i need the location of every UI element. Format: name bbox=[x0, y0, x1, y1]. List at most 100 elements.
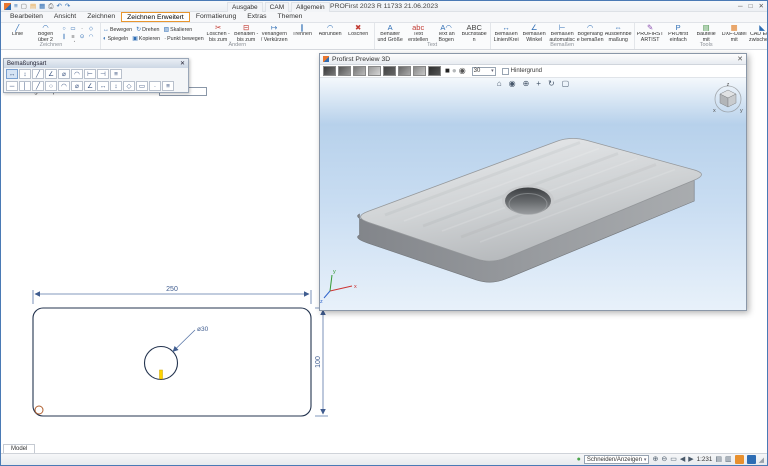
tab-themen[interactable]: Themen bbox=[273, 12, 308, 22]
cad-corner-button[interactable]: ◣CAD Ecke zwischen 2 Konturen bbox=[749, 24, 767, 42]
dim-line-button[interactable]: ─ bbox=[6, 81, 18, 91]
dimension-angle-button[interactable]: ∠Bemaßen Winkel bbox=[521, 24, 548, 42]
text-on-arc-button[interactable]: A◠Text an Bogen bbox=[433, 24, 460, 42]
zoom-icon[interactable]: ⊕ bbox=[523, 79, 530, 88]
zoom-fit-icon[interactable]: ▭ bbox=[670, 455, 677, 465]
material-swatch-2[interactable] bbox=[338, 66, 351, 76]
delete-to-intersection-button[interactable]: ✂Löschen - bis zum Schnittpunkt bbox=[205, 24, 232, 42]
dim-angle-button[interactable]: ∠ bbox=[45, 69, 57, 79]
cam-tool-button[interactable] bbox=[735, 455, 744, 464]
line-button[interactable]: ╱Linie bbox=[4, 24, 31, 38]
concentric-tool[interactable]: ⊙ bbox=[78, 34, 86, 41]
height-dimension-text[interactable]: 100 bbox=[315, 356, 322, 368]
scale-button[interactable]: ▧Skalieren bbox=[164, 26, 193, 33]
dim-diameter-button[interactable]: ⌀ bbox=[58, 69, 70, 79]
dim-circle-button[interactable]: ○ bbox=[45, 81, 57, 91]
rotate-button[interactable]: ↻Drehen bbox=[136, 26, 159, 33]
visibility-icon[interactable]: ◉ bbox=[509, 79, 516, 88]
next-view-icon[interactable]: ▶ bbox=[688, 455, 693, 465]
point-tool[interactable]: · bbox=[78, 26, 86, 33]
tab-zeichnen-erweitert[interactable]: Zeichnen Erweitert bbox=[121, 12, 190, 22]
copy-button[interactable]: ▣Kopieren bbox=[132, 35, 160, 42]
preview-close-icon[interactable]: ✕ bbox=[737, 55, 743, 63]
dim-arc-length-button[interactable]: ◠ bbox=[58, 81, 70, 91]
material-swatch-6[interactable] bbox=[398, 66, 411, 76]
material-swatch-4[interactable] bbox=[368, 66, 381, 76]
delete-button[interactable]: ✖Löschen bbox=[345, 24, 372, 38]
tab-bearbeiten[interactable]: Bearbeiten bbox=[5, 12, 48, 22]
rotate-icon[interactable]: ↻ bbox=[548, 79, 555, 88]
dimension-lines-circles-button[interactable]: ↔Bemaßen Linien/Kreise bbox=[493, 24, 520, 42]
dim-slope-button[interactable]: ◇ bbox=[123, 81, 135, 91]
dim-diameter-2-button[interactable]: ⌀ bbox=[71, 81, 83, 91]
context-tab-allgemein[interactable]: Allgemein bbox=[291, 2, 330, 12]
mirror-button[interactable]: ◐Spiegeln bbox=[103, 36, 128, 42]
text-container-size-button[interactable]: ABehälter und Größe des Textes bbox=[377, 24, 404, 42]
dimension-arc-length-button[interactable]: ◠Bogenlänge bemaßen bbox=[577, 24, 604, 42]
maximize-button[interactable]: □ bbox=[749, 3, 753, 10]
save-icon[interactable]: ▦ bbox=[39, 3, 45, 10]
dim-horizontal-button[interactable]: ↔ bbox=[6, 69, 18, 79]
dim-aligned-button[interactable]: ╱ bbox=[32, 69, 44, 79]
dim-height-button[interactable]: ↕ bbox=[110, 81, 122, 91]
multi-contour-parts-button[interactable]: ▤Bauteile mit mehreren Konturen oder aus… bbox=[693, 24, 720, 42]
dim-vertical-button[interactable]: ↕ bbox=[19, 69, 31, 79]
pan-icon[interactable]: + bbox=[536, 79, 541, 88]
material-swatch-1[interactable] bbox=[323, 66, 336, 76]
home-view-icon[interactable]: ⌂ bbox=[497, 79, 502, 88]
dim-list-button[interactable]: ≡ bbox=[162, 81, 174, 91]
profirst-artist-button[interactable]: ✎PROFIRST ARTIST bbox=[637, 24, 664, 42]
cad-tool-button[interactable] bbox=[747, 455, 756, 464]
fillet-button[interactable]: ◠Abrunden bbox=[317, 24, 344, 38]
zoom-out-icon[interactable]: ⊖ bbox=[661, 455, 667, 465]
width-dimension-text[interactable]: 250 bbox=[166, 286, 178, 293]
dim-line-aligned-button[interactable]: ╱ bbox=[32, 81, 44, 91]
quality-spinner[interactable]: 30 ▾ bbox=[472, 67, 496, 76]
create-text-button[interactable]: abcText erstellen bbox=[405, 24, 432, 42]
move-button[interactable]: ↔Bewegen bbox=[103, 27, 132, 33]
status-ready-icon[interactable]: ● bbox=[577, 455, 581, 465]
extend-shorten-button[interactable]: ↦Verlängern / Verkürzen bbox=[261, 24, 288, 42]
material-swatch-3[interactable] bbox=[353, 66, 366, 76]
context-tab-ausgabe[interactable]: Ausgabe bbox=[227, 2, 263, 12]
part-outline[interactable] bbox=[33, 308, 311, 416]
parallel-tool[interactable]: ∥ bbox=[60, 34, 68, 41]
redo-icon[interactable]: ↷ bbox=[65, 3, 70, 10]
print-icon[interactable]: ⎙ bbox=[48, 3, 53, 10]
dim-options-button[interactable]: ≡ bbox=[110, 69, 122, 79]
close-button[interactable]: ✕ bbox=[759, 2, 764, 10]
zoom-in-icon[interactable]: ⊕ bbox=[652, 455, 658, 465]
resize-grip-icon[interactable]: ◢ bbox=[759, 456, 764, 464]
open-file-icon[interactable]: ▤ bbox=[30, 3, 36, 10]
hole-dimension-text[interactable]: ø30 bbox=[197, 326, 209, 333]
arc-tool[interactable]: ◠ bbox=[87, 34, 95, 41]
preview-viewport[interactable]: ⌂ ◉ ⊕ + ↻ ▢ bbox=[320, 78, 746, 310]
palette-close-icon[interactable]: ✕ bbox=[180, 60, 185, 67]
tab-zeichnen[interactable]: Zeichnen bbox=[82, 12, 120, 22]
sheet-tab-model[interactable]: Model bbox=[3, 444, 35, 453]
view-mode-combo[interactable]: Schneiden/Anzeigen▾ bbox=[584, 455, 650, 464]
menu-icon[interactable]: ≡ bbox=[14, 3, 18, 10]
tab-extras[interactable]: Extras bbox=[242, 12, 271, 22]
keep-to-intersection-button[interactable]: ⊟Behalten - bis zum Schnittpunkt bbox=[233, 24, 260, 42]
tab-ansicht[interactable]: Ansicht bbox=[49, 12, 81, 22]
prev-view-icon[interactable]: ◀ bbox=[680, 455, 685, 465]
reconstruct-letters-button[interactable]: ABCBuchstaben rekonstruieren bbox=[461, 24, 488, 42]
fit-view-icon[interactable]: ▢ bbox=[562, 79, 570, 88]
palette-titlebar[interactable]: Bemaßungsart ✕ bbox=[4, 59, 188, 68]
layers-icon[interactable]: ▥ bbox=[725, 455, 732, 465]
offset-tool[interactable]: ≡ bbox=[69, 34, 77, 41]
polygon-tool[interactable]: ◇ bbox=[87, 26, 95, 33]
grid-icon[interactable]: ▤ bbox=[715, 455, 722, 465]
dim-line-vertical-button[interactable]: │ bbox=[19, 81, 31, 91]
camera-icon[interactable]: ◉ bbox=[459, 66, 466, 76]
dim-width-button[interactable]: ↔ bbox=[97, 81, 109, 91]
sphere-view-icon[interactable]: ● bbox=[452, 66, 457, 76]
rectangle-tool[interactable]: ▭ bbox=[69, 26, 77, 33]
move-point-button[interactable]: ·Punkt bewegen bbox=[164, 36, 204, 42]
dim-angle-2-button[interactable]: ∠ bbox=[84, 81, 96, 91]
dim-baseline-button[interactable]: ⊢ bbox=[84, 69, 96, 79]
minimize-button[interactable]: ─ bbox=[738, 3, 743, 10]
material-swatch-7[interactable] bbox=[413, 66, 426, 76]
undo-icon[interactable]: ↶ bbox=[56, 3, 61, 10]
